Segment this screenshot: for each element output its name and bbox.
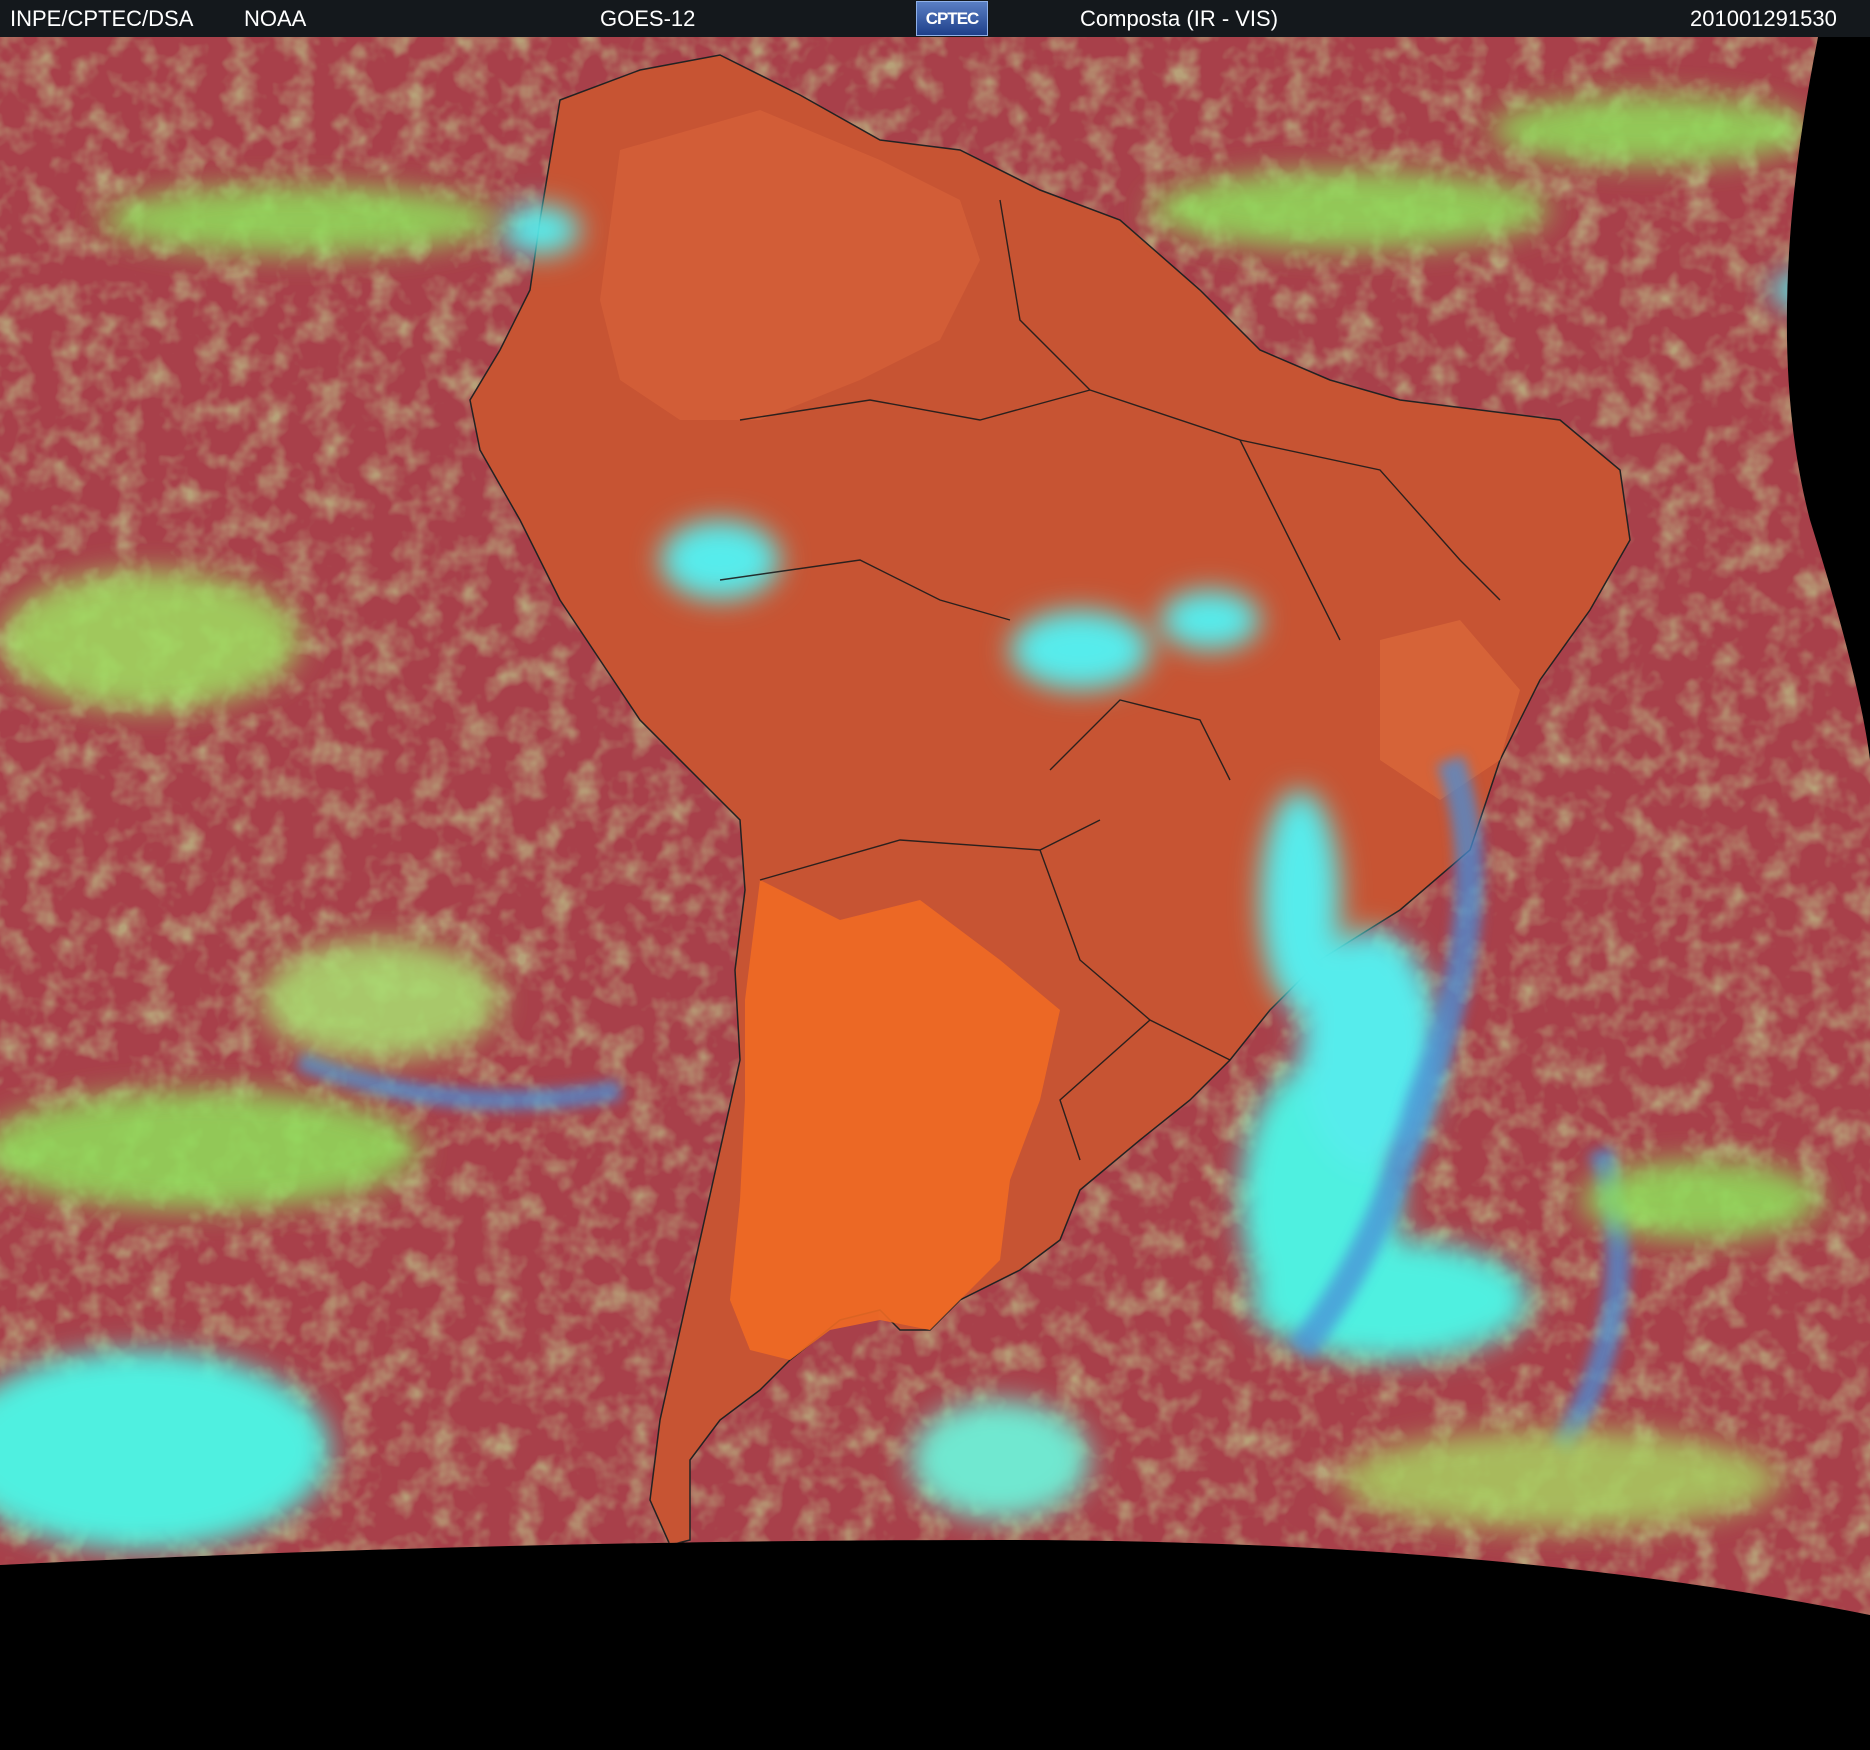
timestamp-label: 201001291530	[1690, 6, 1837, 31]
satellite-label: GOES-12	[600, 6, 696, 31]
org-label: INPE/CPTEC/DSA	[10, 6, 194, 31]
header-bar: INPE/CPTEC/DSA NOAA GOES-12 CPTEC Compos…	[0, 0, 1870, 37]
satellite-image	[0, 37, 1870, 1750]
agency-label: NOAA	[244, 6, 307, 31]
product-label: Composta (IR - VIS)	[1080, 6, 1279, 31]
cptec-logo: CPTEC	[916, 1, 988, 36]
